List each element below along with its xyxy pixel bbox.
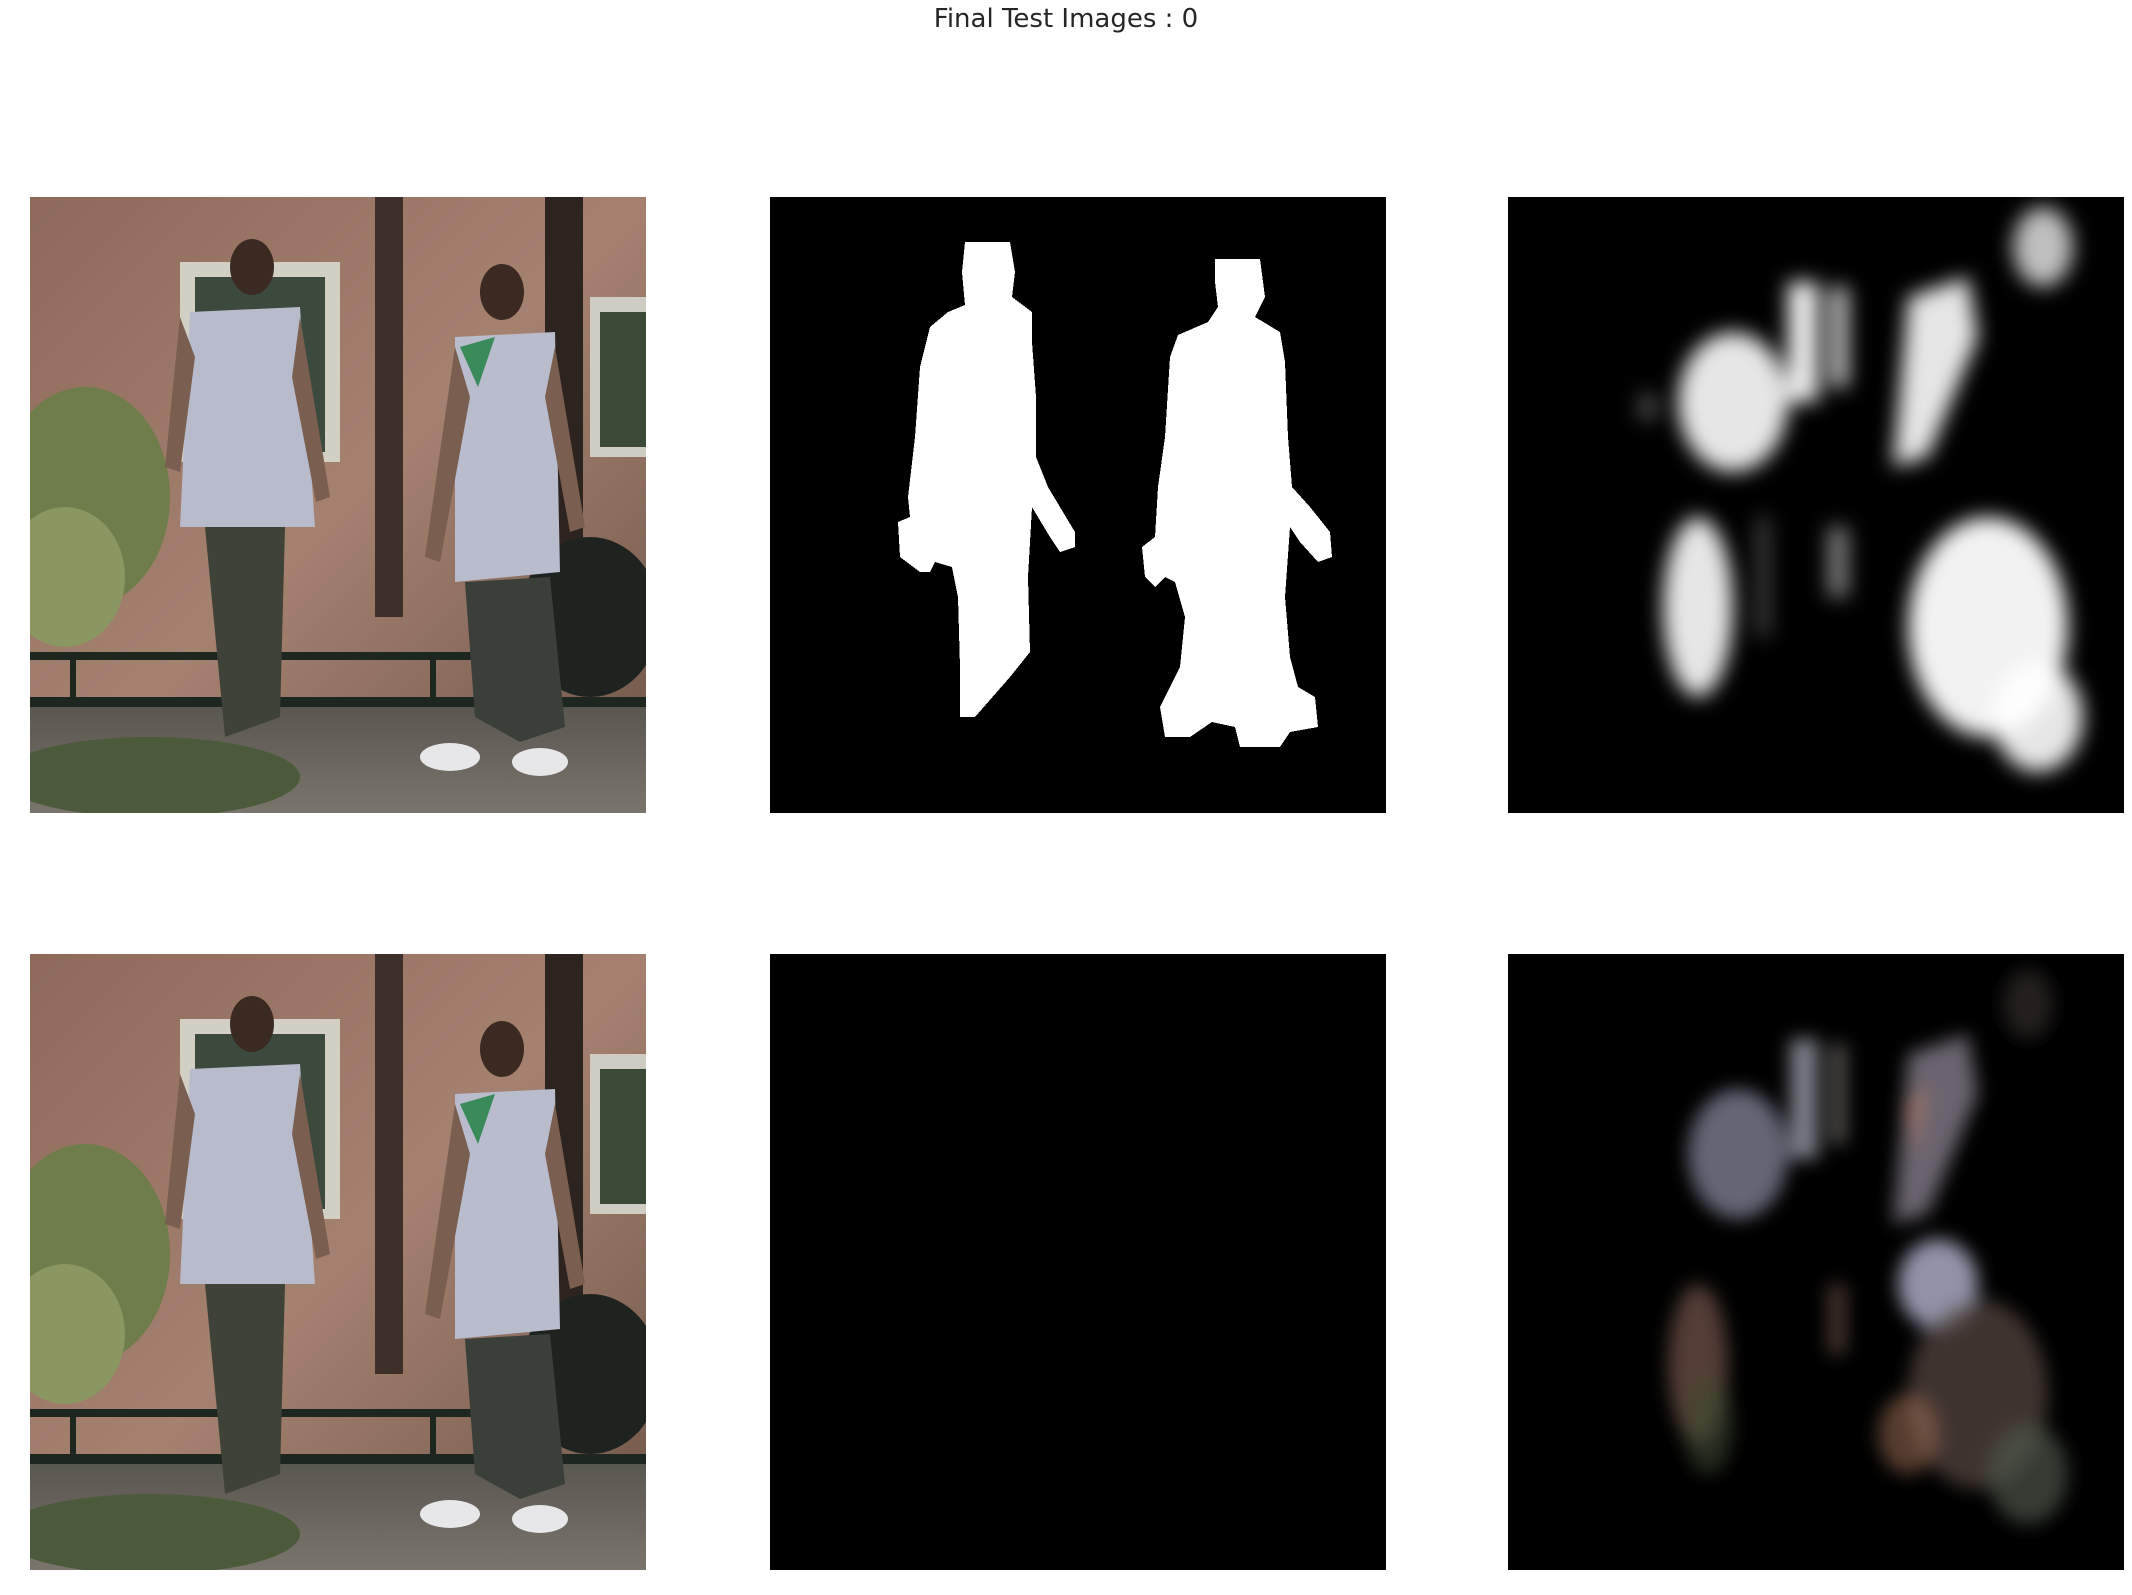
masked-photo xyxy=(770,954,1386,1570)
binary-mask xyxy=(770,197,1386,813)
input-image-row1 xyxy=(30,197,646,813)
ground-truth-mask xyxy=(770,197,1386,813)
figure-title: Final Test Images : 0 xyxy=(933,4,1199,34)
predicted-mask xyxy=(1508,197,2124,813)
soft-prediction-mask xyxy=(1508,197,2124,813)
soft-masked-photo xyxy=(1508,954,2124,1570)
street-photo xyxy=(30,954,646,1570)
predicted-masked-image xyxy=(1508,954,2124,1570)
ground-truth-masked-image xyxy=(770,954,1386,1570)
street-photo xyxy=(30,197,646,813)
input-image-row2 xyxy=(30,954,646,1570)
